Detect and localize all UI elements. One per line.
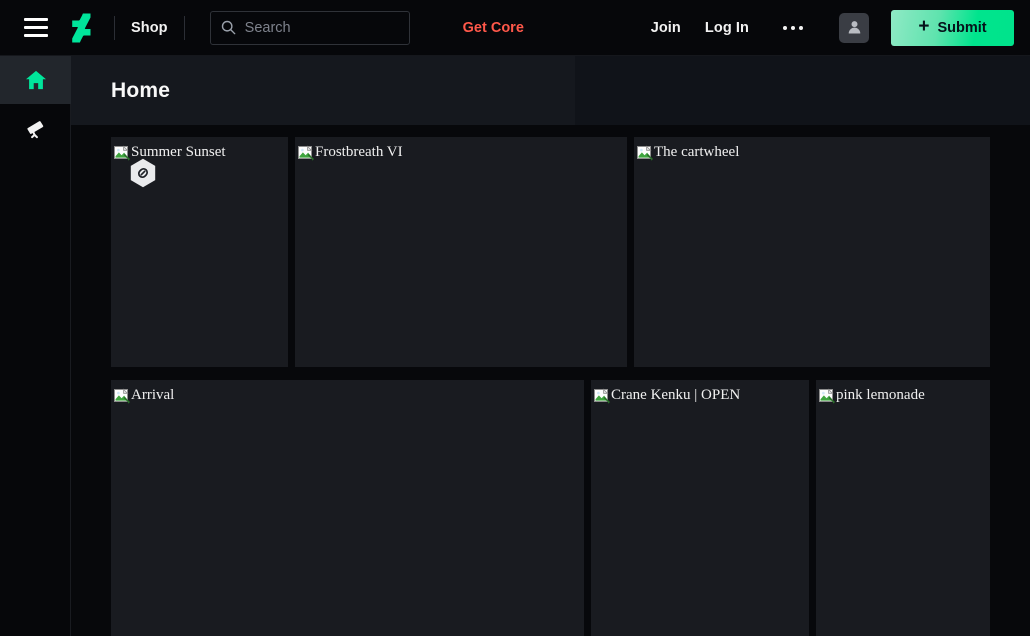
plus-icon: +: [918, 16, 930, 37]
get-core-link[interactable]: Get Core: [463, 20, 524, 36]
hamburger-menu-icon[interactable]: [19, 11, 53, 45]
broken-image-icon: [114, 388, 130, 404]
page-header-right-fill: [575, 56, 1030, 125]
broken-image-icon: [819, 388, 835, 404]
deviation-grid: Summer Sunset Frostbreath VI The cartwhe…: [71, 125, 1030, 636]
broken-image-placeholder: Arrival: [114, 387, 174, 404]
deviation-tile[interactable]: Frostbreath VI: [295, 137, 627, 367]
deviantart-logo-icon[interactable]: [68, 11, 98, 45]
main-content: Home Summer Sunset Frostbreath VI The ca…: [71, 56, 1030, 636]
home-icon: [25, 70, 46, 90]
broken-image-icon: [637, 145, 653, 161]
broken-image-placeholder: The cartwheel: [637, 144, 739, 161]
ellipsis-icon[interactable]: [777, 18, 809, 38]
avatar[interactable]: [839, 12, 869, 43]
deviation-title: The cartwheel: [654, 144, 740, 160]
deviation-tile[interactable]: The cartwheel: [634, 137, 990, 367]
hamburger-bar: [24, 26, 48, 29]
top-navigation-bar: Shop Get Core Join Log In + Submit: [0, 0, 1030, 56]
hamburger-bar: [24, 34, 48, 37]
deviation-title: pink lemonade: [836, 387, 925, 403]
nav-shop-link[interactable]: Shop: [131, 20, 168, 36]
telescope-icon: [27, 120, 44, 138]
search-icon: [221, 20, 236, 35]
ellipsis-dot: [791, 25, 795, 30]
deviation-title: Arrival: [131, 387, 175, 403]
broken-image-placeholder: Frostbreath VI: [298, 144, 403, 161]
submit-button[interactable]: + Submit: [891, 9, 1014, 46]
ellipsis-dot: [783, 25, 787, 30]
broken-image-icon: [298, 145, 314, 161]
broken-image-placeholder: pink lemonade: [819, 387, 925, 404]
login-link[interactable]: Log In: [705, 20, 749, 36]
nav-divider: [183, 15, 185, 40]
broken-image-icon: [114, 145, 130, 161]
sidebar-item-explore[interactable]: [0, 104, 71, 152]
deviation-title: Frostbreath VI: [315, 144, 403, 160]
attachment-badge-icon: [130, 158, 156, 188]
broken-image-icon: [594, 388, 610, 404]
join-link[interactable]: Join: [651, 20, 681, 36]
left-sidebar: [0, 56, 71, 636]
nav-right-group: Join Log In + Submit: [651, 9, 1030, 46]
attachment-badge: [129, 158, 157, 189]
user-avatar-icon: [848, 21, 860, 34]
page-header: Home: [71, 56, 575, 125]
page-title: Home: [111, 78, 171, 102]
deviation-tile[interactable]: Summer Sunset: [111, 137, 288, 367]
deviation-title: Crane Kenku | OPEN: [611, 387, 741, 403]
hamburger-bar: [24, 18, 48, 21]
nav-divider: [114, 15, 115, 40]
submit-button-label: Submit: [937, 19, 987, 36]
search-input[interactable]: [244, 19, 432, 36]
search-box[interactable]: [209, 10, 432, 45]
sidebar-item-home[interactable]: [0, 56, 71, 104]
deviation-tile[interactable]: Arrival: [111, 380, 584, 636]
ellipsis-dot: [799, 25, 803, 30]
broken-image-placeholder: Crane Kenku | OPEN: [594, 387, 740, 404]
deviation-tile[interactable]: pink lemonade: [816, 380, 990, 636]
deviation-tile[interactable]: Crane Kenku | OPEN: [591, 380, 809, 636]
